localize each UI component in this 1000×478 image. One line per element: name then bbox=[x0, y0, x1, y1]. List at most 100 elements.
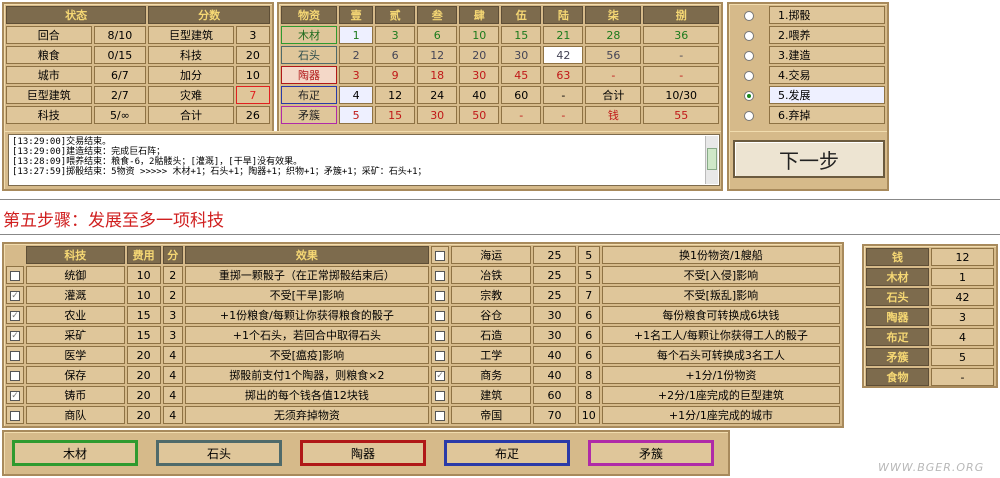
checkbox-icon[interactable]: ✓ bbox=[10, 390, 21, 401]
tech-value: 20 bbox=[126, 346, 161, 364]
checkbox-icon[interactable] bbox=[435, 270, 446, 281]
checkbox-icon[interactable] bbox=[435, 330, 446, 341]
goods-row: 布疋 4 12 24 40 60- 合计 10/30 bbox=[281, 86, 719, 104]
action-option[interactable]: 5.发展 bbox=[769, 86, 885, 104]
goods-header: 肆 bbox=[459, 6, 500, 24]
action-radio[interactable] bbox=[731, 106, 767, 124]
checkbox-icon[interactable]: ✓ bbox=[10, 310, 21, 321]
tech-cell: 换1份物资/1艘船 bbox=[601, 246, 840, 264]
checkbox-icon[interactable] bbox=[10, 410, 21, 421]
tech-check[interactable] bbox=[430, 326, 450, 344]
status-row: 回合 8/10 巨型建筑 3 bbox=[6, 26, 270, 44]
status-row: 巨型建筑 2/7 灾难 7 bbox=[6, 86, 270, 104]
action-radio[interactable] bbox=[731, 86, 767, 104]
wood-button[interactable]: 木材 bbox=[12, 440, 138, 466]
resource-name: 木材 bbox=[866, 268, 929, 286]
radio-icon[interactable] bbox=[744, 70, 754, 81]
tech-header: 效果 bbox=[184, 246, 429, 264]
goods-value: - bbox=[643, 46, 719, 64]
checkbox-icon[interactable] bbox=[435, 310, 446, 321]
resource-value: 1 bbox=[931, 268, 994, 286]
tech-check[interactable] bbox=[6, 346, 25, 364]
radio-icon[interactable] bbox=[744, 110, 754, 121]
goods-row: 木材 1 3 6 10 15 21 28 36 bbox=[281, 26, 719, 44]
spear-button[interactable]: 矛簇 bbox=[588, 440, 714, 466]
tech-row: 统御 10 2 重掷一颗骰子（在正常掷骰结束后） 冶铁 25 5 不受[入侵]影响 bbox=[6, 266, 840, 284]
tech-check[interactable]: ✓ bbox=[430, 366, 450, 384]
checkbox-icon[interactable] bbox=[10, 350, 21, 361]
status-value: 7 bbox=[235, 86, 270, 104]
tech-check[interactable] bbox=[430, 346, 450, 364]
tech-effect: +1分/1座完成的城市 bbox=[601, 406, 840, 424]
status-value: 2/7 bbox=[93, 86, 147, 104]
tech-check[interactable] bbox=[6, 266, 25, 284]
radio-icon[interactable] bbox=[744, 30, 754, 41]
resource-name: 钱 bbox=[866, 248, 929, 266]
checkbox-icon[interactable]: ✓ bbox=[435, 370, 446, 381]
goods-value: 5 bbox=[339, 106, 374, 124]
stone-button[interactable]: 石头 bbox=[156, 440, 282, 466]
tech-check[interactable] bbox=[430, 266, 450, 284]
checkbox-icon[interactable] bbox=[435, 290, 446, 301]
log-scrollbar[interactable] bbox=[705, 136, 718, 184]
checkbox-icon[interactable]: ✓ bbox=[10, 290, 21, 301]
action-radio[interactable] bbox=[731, 26, 767, 44]
pottery-button[interactable]: 陶器 bbox=[300, 440, 426, 466]
goods-value: 50 bbox=[459, 106, 500, 124]
tech-check[interactable]: ✓ bbox=[6, 386, 25, 404]
action-radio[interactable] bbox=[731, 66, 767, 84]
action-option[interactable]: 3.建造 bbox=[769, 46, 885, 64]
status-label: 科技 bbox=[148, 46, 234, 64]
tech-value: 2 bbox=[162, 286, 183, 304]
tech-effect: +1名工人/每颗让你获得工人的骰子 bbox=[601, 326, 840, 344]
scroll-thumb[interactable] bbox=[707, 148, 717, 170]
watermark: WWW.BGER.ORG bbox=[878, 461, 985, 474]
action-radio[interactable] bbox=[731, 6, 767, 24]
status-header: 状态 bbox=[6, 6, 147, 24]
goods-value: 12 bbox=[375, 86, 416, 104]
resource-value: 4 bbox=[931, 328, 994, 346]
action-radio[interactable] bbox=[731, 46, 767, 64]
action-option[interactable]: 6.弃掉 bbox=[769, 106, 885, 124]
action-option[interactable]: 4.交易 bbox=[769, 66, 885, 84]
tech-name: 建筑 bbox=[451, 386, 532, 404]
action-option[interactable]: 1.掷骰 bbox=[769, 6, 885, 24]
goods-value: 6 bbox=[417, 26, 458, 44]
checkbox-icon[interactable] bbox=[10, 370, 21, 381]
status-value: 5/∞ bbox=[93, 106, 147, 124]
tech-check[interactable]: ✓ bbox=[6, 286, 25, 304]
goods-header: 壹 bbox=[339, 6, 374, 24]
checkbox-icon[interactable] bbox=[10, 270, 21, 281]
right-header-check[interactable] bbox=[430, 246, 450, 264]
tech-check[interactable] bbox=[6, 406, 25, 424]
checkbox-icon[interactable] bbox=[435, 410, 446, 421]
radio-icon[interactable] bbox=[744, 10, 754, 21]
radio-icon[interactable] bbox=[744, 90, 754, 101]
tech-check[interactable] bbox=[430, 306, 450, 324]
goods-value: 30 bbox=[459, 66, 500, 84]
status-panel: 状态 分数 回合 8/10 巨型建筑 3 粮食 0/15 科技 20 城市 6/7 加分 10 巨型建筑 2/… bbox=[2, 2, 274, 134]
tech-check[interactable] bbox=[430, 286, 450, 304]
tech-check[interactable]: ✓ bbox=[6, 306, 25, 324]
resource-row: 木材 1 bbox=[866, 268, 994, 286]
checkbox-icon[interactable] bbox=[435, 350, 446, 361]
radio-icon[interactable] bbox=[744, 50, 754, 61]
goods-value: - bbox=[643, 66, 719, 84]
tech-value: 25 bbox=[533, 286, 576, 304]
resource-row: 布疋 4 bbox=[866, 328, 994, 346]
tech-check[interactable] bbox=[430, 406, 450, 424]
cloth-button[interactable]: 布疋 bbox=[444, 440, 570, 466]
checkbox-icon[interactable]: ✓ bbox=[10, 330, 21, 341]
checkbox-icon[interactable] bbox=[435, 390, 446, 401]
status-label: 灾难 bbox=[148, 86, 234, 104]
step-title: 第五步骤：发展至多一项科技 bbox=[3, 211, 224, 231]
goods-value: 63 bbox=[543, 66, 584, 84]
tech-check[interactable]: ✓ bbox=[6, 326, 25, 344]
tech-effect: 无须弃掉物资 bbox=[184, 406, 429, 424]
checkbox-icon[interactable] bbox=[435, 250, 446, 261]
next-step-button[interactable]: 下一步 bbox=[733, 140, 885, 178]
tech-check[interactable] bbox=[430, 386, 450, 404]
tech-effect: 不受[入侵]影响 bbox=[601, 266, 840, 284]
tech-check[interactable] bbox=[6, 366, 25, 384]
action-option[interactable]: 2.喂养 bbox=[769, 26, 885, 44]
